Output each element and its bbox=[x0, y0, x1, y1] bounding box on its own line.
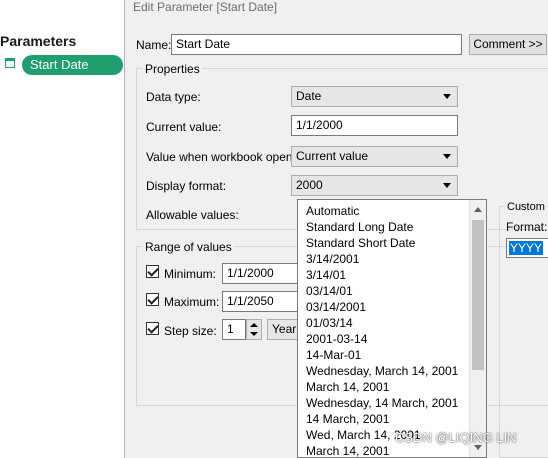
scroll-up-icon[interactable] bbox=[474, 207, 482, 212]
display-format-select[interactable]: 2000 bbox=[291, 175, 458, 196]
properties-title: Properties bbox=[143, 62, 202, 76]
dropdown-option[interactable]: 14 March, 2001 bbox=[306, 411, 389, 427]
dropdown-option[interactable]: Wednesday, 14 March, 2001 bbox=[306, 395, 458, 411]
dropdown-option[interactable]: Standard Short Date bbox=[306, 235, 415, 251]
dropdown-option[interactable]: Automatic bbox=[306, 203, 359, 219]
custom-title: Custom bbox=[505, 201, 547, 213]
dropdown-option[interactable]: 3/14/2001 bbox=[306, 251, 359, 267]
current-value-label: Current value: bbox=[146, 120, 222, 134]
dropdown-option[interactable]: March 14, 2001 bbox=[306, 379, 389, 395]
dropdown-option[interactable]: Wednesday, March 14, 2001 bbox=[306, 363, 458, 379]
display-format-dropdown[interactable]: Automatic Standard Long Date Standard Sh… bbox=[297, 199, 487, 458]
scroll-thumb[interactable] bbox=[472, 220, 484, 370]
dropdown-option[interactable]: 03/14/2001 bbox=[306, 299, 366, 315]
comment-button[interactable]: Comment >> bbox=[469, 34, 547, 55]
scroll-down-icon[interactable] bbox=[474, 445, 482, 450]
step-size-input[interactable]: 1 bbox=[222, 319, 246, 340]
chevron-down-icon bbox=[443, 183, 451, 188]
display-format-label: Display format: bbox=[146, 179, 227, 193]
name-label: Name: bbox=[136, 38, 172, 52]
step-size-label: Step size: bbox=[164, 324, 217, 338]
format-input-value: YYYY bbox=[509, 241, 544, 255]
dropdown-option[interactable]: March 14, 2001 bbox=[306, 443, 389, 457]
maximum-input[interactable]: 1/1/2050 bbox=[222, 291, 302, 312]
spin-up-icon[interactable] bbox=[250, 323, 258, 327]
spin-down-icon[interactable] bbox=[250, 332, 258, 336]
dropdown-option[interactable]: 2001-03-14 bbox=[306, 331, 367, 347]
maximum-label: Maximum: bbox=[164, 295, 220, 309]
minimum-label: Minimum: bbox=[164, 267, 217, 281]
workbook-opens-label: Value when workbook opens: bbox=[146, 150, 302, 164]
chevron-down-icon bbox=[443, 94, 451, 99]
workbook-opens-value: Current value bbox=[296, 149, 369, 163]
current-value-input[interactable]: 1/1/2000 bbox=[291, 115, 458, 136]
step-unit-value: Year bbox=[272, 322, 297, 336]
allowable-values-label: Allowable values: bbox=[146, 208, 239, 222]
dropdown-option[interactable]: 14-Mar-01 bbox=[306, 347, 361, 363]
format-label: Format: bbox=[506, 220, 548, 234]
minimum-input[interactable]: 1/1/2000 bbox=[222, 263, 302, 284]
step-size-checkbox[interactable] bbox=[146, 322, 159, 335]
minimum-checkbox[interactable] bbox=[146, 265, 159, 278]
calendar-icon bbox=[5, 58, 15, 68]
chevron-down-icon bbox=[443, 154, 451, 159]
workbook-opens-select[interactable]: Current value bbox=[291, 146, 458, 167]
dropdown-scrollbar[interactable] bbox=[469, 200, 486, 457]
range-title: Range of values bbox=[143, 240, 234, 254]
dropdown-option[interactable]: Standard Long Date bbox=[306, 219, 413, 235]
data-type-select[interactable]: Date bbox=[291, 86, 458, 107]
parameters-panel: Parameters Start Date bbox=[0, 0, 124, 458]
sidebar-item-start-date[interactable]: Start Date bbox=[22, 55, 123, 75]
dropdown-option[interactable]: 01/03/14 bbox=[306, 315, 353, 331]
data-type-label: Data type: bbox=[146, 90, 201, 104]
dropdown-option[interactable]: 3/14/01 bbox=[306, 267, 346, 283]
display-format-value: 2000 bbox=[296, 178, 323, 192]
step-size-spinner[interactable] bbox=[246, 319, 262, 340]
parameters-title: Parameters bbox=[0, 33, 77, 49]
name-input[interactable]: Start Date bbox=[171, 34, 462, 55]
maximum-checkbox[interactable] bbox=[146, 293, 159, 306]
dropdown-option[interactable]: 03/14/01 bbox=[306, 283, 353, 299]
format-input[interactable]: YYYY bbox=[506, 238, 548, 258]
data-type-value: Date bbox=[296, 89, 322, 103]
dialog-title: Edit Parameter [Start Date] bbox=[133, 0, 278, 14]
watermark: CSDN @LIQING LIN bbox=[395, 430, 517, 445]
